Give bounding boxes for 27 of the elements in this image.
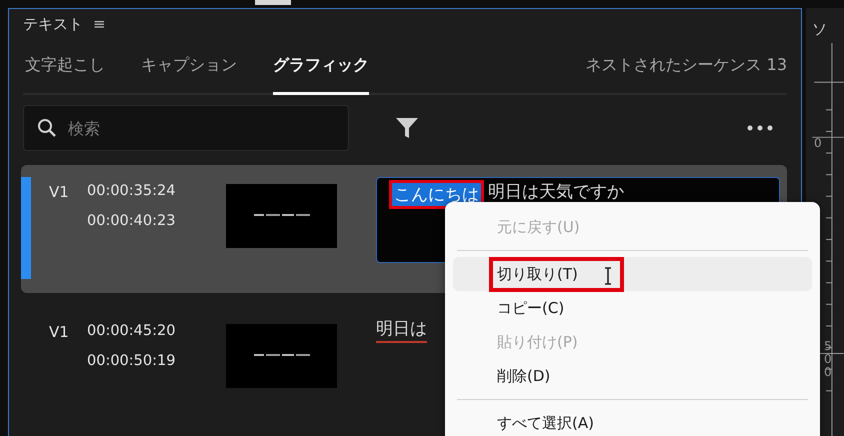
in-time: 00:00:45:20	[87, 323, 176, 339]
panel-title: テキスト	[23, 14, 83, 34]
tab[interactable]: 文字起こし	[25, 39, 105, 95]
more-icon[interactable]	[747, 125, 773, 131]
tab[interactable]: ネストされたシーケンス 13	[586, 39, 787, 95]
panel-drag-handle[interactable]	[255, 0, 291, 5]
out-time: 00:00:40:23	[87, 213, 176, 229]
menu-item[interactable]: コピー(C)	[453, 291, 812, 325]
filter-icon[interactable]	[395, 116, 419, 140]
ruler-label: 0	[814, 137, 823, 150]
menu-item[interactable]: 切り取り(T)	[453, 257, 812, 291]
out-time: 00:00:50:19	[87, 353, 176, 369]
panel-menu-icon[interactable]: ≡	[93, 15, 106, 33]
tab[interactable]: グラフィック	[273, 39, 369, 95]
track-label: V1	[49, 323, 70, 341]
tab[interactable]: キャプション	[141, 39, 237, 95]
caption-text: 明日は天気ですか	[488, 181, 624, 203]
text-cursor-icon	[604, 266, 612, 284]
side-panel-title: ソ	[812, 20, 828, 39]
menu-item[interactable]: すべて選択(A)	[453, 406, 812, 436]
caption-text[interactable]: 明日は	[376, 317, 427, 340]
search-icon	[37, 118, 57, 138]
track-label: V1	[49, 183, 70, 201]
search-field[interactable]: 検索	[23, 105, 349, 151]
in-time: 00:00:35:24	[87, 183, 176, 199]
menu-item[interactable]: 削除(D)	[453, 359, 812, 393]
selected-text: こんにちは	[389, 180, 484, 209]
